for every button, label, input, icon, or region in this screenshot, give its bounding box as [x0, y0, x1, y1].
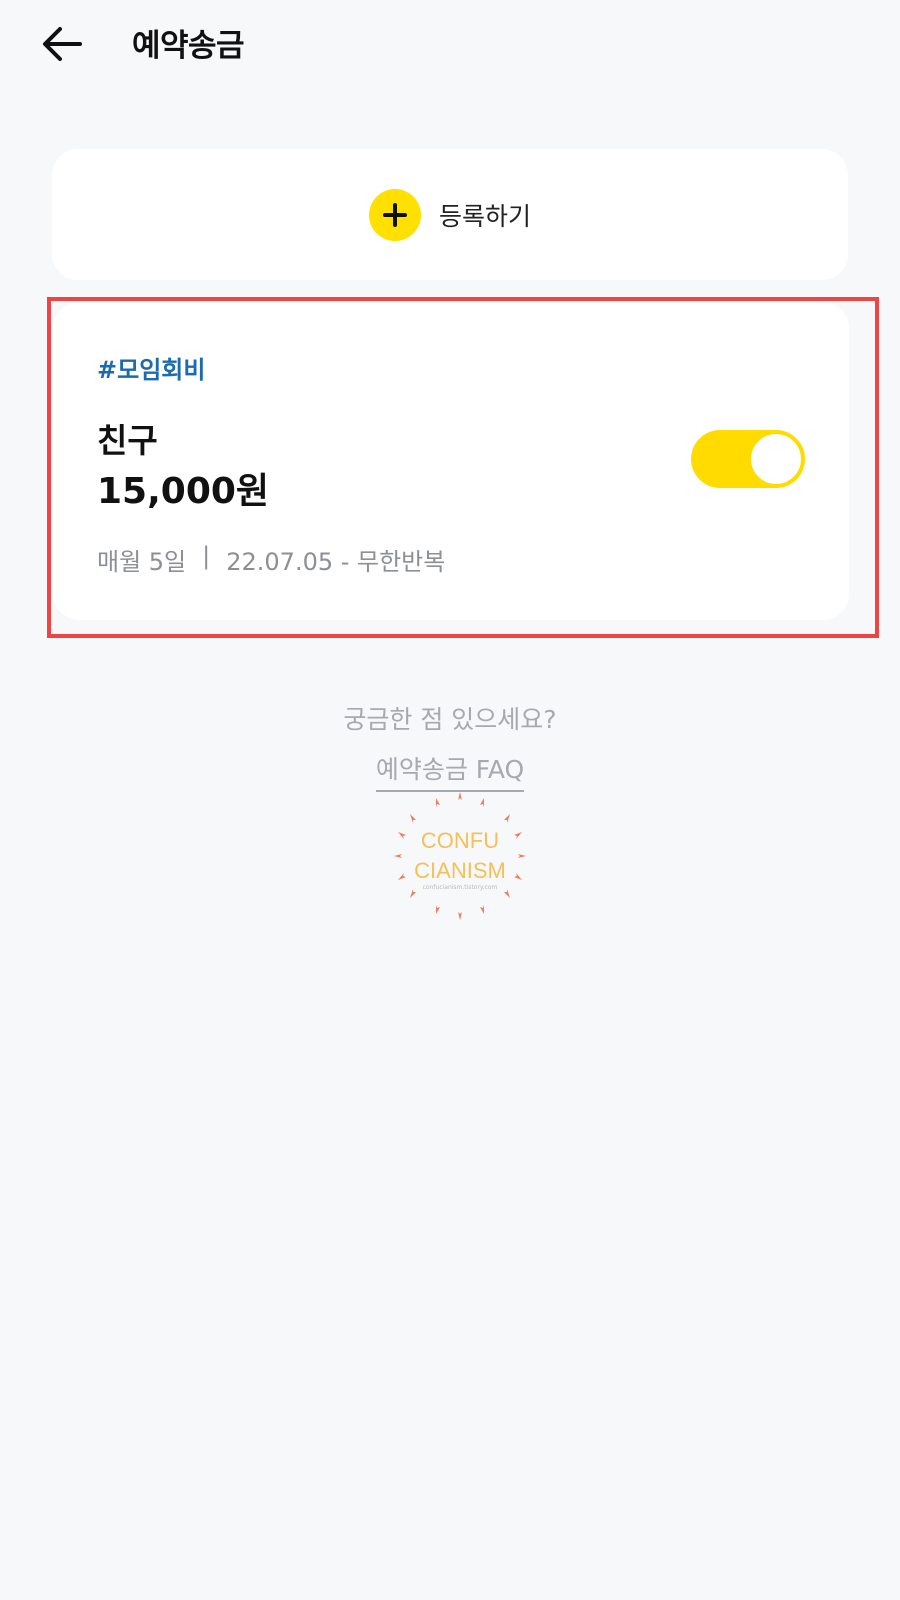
watermark-rays-icon — [394, 792, 526, 920]
header: 예약송금 — [0, 0, 900, 90]
watermark-stamp: CONFU CIANISM confucianism.tistory.com — [392, 790, 528, 922]
watermark-url: confucianism.tistory.com — [422, 884, 498, 891]
recipient-name: 친구 — [97, 421, 158, 460]
faq-section: 궁금한 점 있으세요? 예약송금 FAQ — [0, 700, 900, 792]
toggle-knob — [751, 434, 801, 484]
register-button[interactable]: 등록하기 — [52, 149, 848, 280]
register-label: 등록하기 — [438, 201, 531, 231]
back-button[interactable] — [36, 18, 88, 70]
schedule-period: 22.07.05 - 무한반복 — [226, 548, 446, 576]
register-card[interactable]: 등록하기 — [52, 149, 848, 280]
faq-link[interactable]: 예약송금 FAQ — [375, 750, 525, 792]
schedule-separator: | — [202, 542, 211, 570]
plus-glyph — [382, 202, 407, 227]
faq-question: 궁금한 점 있으세요? — [343, 705, 557, 734]
scheduled-transfer-card[interactable]: #모임회비 친구 15,000원 매월 5일 | 22.07.05 - 무한반복 — [53, 302, 849, 620]
page-title: 예약송금 — [132, 28, 245, 64]
transfer-tag: #모임회비 — [97, 356, 206, 384]
plus-icon — [368, 188, 421, 241]
watermark-line1: CONFU — [420, 828, 500, 853]
transfer-toggle[interactable] — [691, 430, 805, 488]
arrow-left-icon — [43, 27, 82, 61]
schedule-info: 매월 5일 | 22.07.05 - 무한반복 — [97, 542, 445, 577]
transfer-amount: 15,000원 — [97, 471, 270, 512]
watermark-line2: CIANISM — [414, 858, 506, 883]
schedule-day: 매월 5일 — [97, 548, 187, 576]
